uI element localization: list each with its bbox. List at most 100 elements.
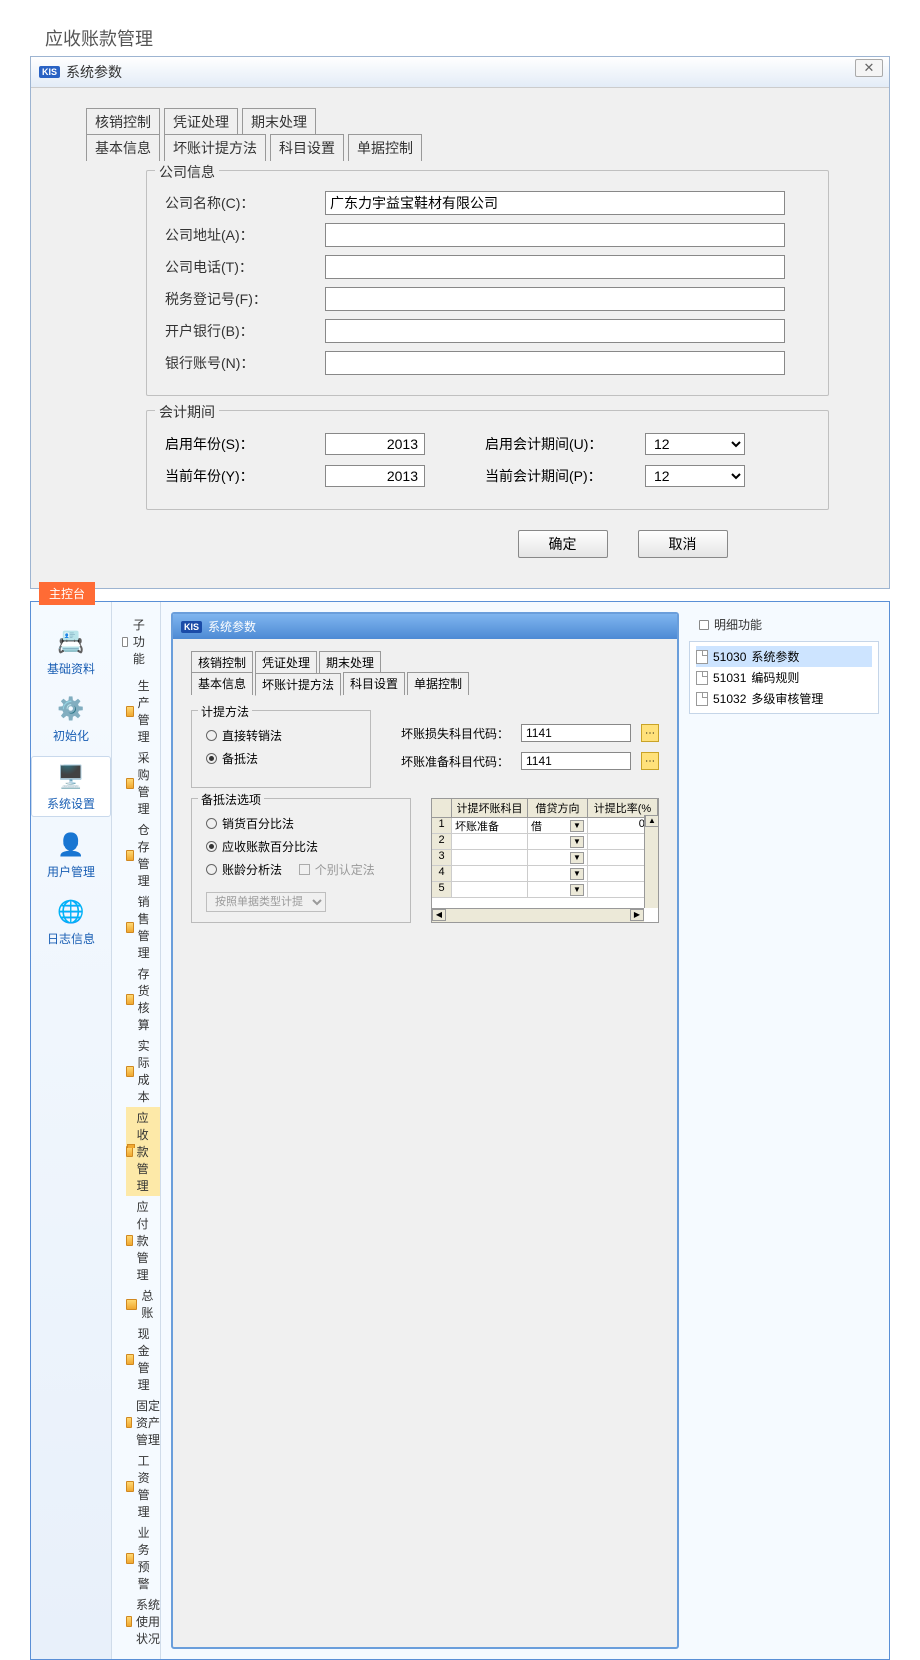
grid-row[interactable]: 2▼ [432, 834, 658, 850]
close-button[interactable]: ✕ [855, 59, 883, 77]
grid-cell-subject[interactable]: 坏账准备 [452, 818, 528, 833]
sidebar-item-init[interactable]: ⚙️初始化 [31, 689, 111, 748]
input-bank[interactable] [325, 319, 785, 343]
tree-item[interactable]: 应付款管理 [126, 1196, 160, 1285]
radio-sales-pct[interactable]: 销货百分比法 [206, 815, 396, 832]
radio-label: 账龄分析法 [222, 861, 282, 878]
method-group: 计提方法 直接转销法 备抵法 [191, 710, 371, 788]
console-tab[interactable]: 主控台 [39, 582, 95, 605]
grid-hscroll[interactable]: ◀▶ [432, 908, 644, 922]
grid-cell-subject[interactable] [452, 850, 528, 865]
tab-subject-setting[interactable]: 科目设置 [270, 134, 344, 161]
grid-cell-num: 1 [432, 818, 452, 833]
grid-row[interactable]: 5▼ [432, 882, 658, 898]
tab-qimo[interactable]: 期末处理 [242, 108, 316, 135]
radio-aging[interactable]: 账龄分析法 个别认定法 [206, 861, 396, 878]
provision-grid[interactable]: 计提坏账科目 借贷方向 计提比率(% 1坏账准备借▼0.52▼3▼4▼5▼ ▲ … [431, 798, 659, 923]
tab2-baddebt[interactable]: 坏账计提方法 [255, 673, 341, 696]
scroll-right-icon[interactable]: ▶ [630, 909, 644, 921]
tab2-doc[interactable]: 单据控制 [407, 672, 469, 695]
detail-item[interactable]: 51032 多级审核管理 [696, 688, 872, 709]
tree-item[interactable]: 生产管理 [126, 675, 160, 747]
tree-item[interactable]: 销售管理 [126, 891, 160, 963]
select-cur-period[interactable]: 12 [645, 465, 745, 487]
sidebar-item-log-info[interactable]: 🌐日志信息 [31, 892, 111, 951]
tree-item[interactable]: 固定资产管理 [126, 1395, 160, 1450]
grid-cell-subject[interactable] [452, 834, 528, 849]
input-prep-code[interactable] [521, 752, 631, 770]
input-start-year[interactable] [325, 433, 425, 455]
radio-allowance[interactable]: 备抵法 [206, 750, 356, 767]
grid-row[interactable]: 4▼ [432, 866, 658, 882]
radio-ar-pct[interactable]: 应收账款百分比法 [206, 838, 396, 855]
tree-item[interactable]: 现金管理 [126, 1323, 160, 1395]
tab2-subject[interactable]: 科目设置 [343, 672, 405, 695]
tree-item-label: 应收款管理 [137, 1109, 160, 1194]
input-loss-code[interactable] [521, 724, 631, 742]
detail-item[interactable]: 51031 编码规则 [696, 667, 872, 688]
collapse-icon[interactable] [699, 620, 709, 630]
input-company-addr[interactable] [325, 223, 785, 247]
tab2-basic[interactable]: 基本信息 [191, 672, 253, 695]
tab-pingzheng[interactable]: 凭证处理 [164, 108, 238, 135]
input-account[interactable] [325, 351, 785, 375]
grid-cell-direction[interactable]: ▼ [528, 850, 588, 865]
grid-row[interactable]: 3▼ [432, 850, 658, 866]
sidebar-item-user-mgmt[interactable]: 👤用户管理 [31, 825, 111, 884]
tree-item[interactable]: 实际成本 [126, 1035, 160, 1107]
grid-cell-subject[interactable] [452, 882, 528, 897]
scroll-up-icon[interactable]: ▲ [645, 815, 659, 827]
chevron-down-icon[interactable]: ▼ [570, 852, 584, 864]
checkbox-individual[interactable] [299, 864, 310, 875]
detail-item[interactable]: 51030 系统参数 [696, 646, 872, 667]
collapse-icon[interactable] [122, 637, 128, 647]
grid-cell-direction[interactable]: ▼ [528, 882, 588, 897]
chevron-down-icon[interactable]: ▼ [570, 884, 584, 896]
main-area: KIS 系统参数 核销控制 凭证处理 期末处理 基本信息 坏账计提方法 科目设置… [160, 602, 889, 1659]
tree-item[interactable]: 应收款管理 [126, 1107, 160, 1196]
grid-row[interactable]: 1坏账准备借▼0.5 [432, 818, 658, 834]
grid-vscroll[interactable]: ▲ [644, 815, 658, 908]
tree-item[interactable]: 业务预警 [126, 1522, 160, 1594]
sidebar-item-basic-data[interactable]: 📇基础资料 [31, 622, 111, 681]
tree-item[interactable]: 系统使用状况 [126, 1594, 160, 1649]
scroll-left-icon[interactable]: ◀ [432, 909, 446, 921]
folder-icon [126, 1146, 133, 1157]
tab2-hexiao[interactable]: 核销控制 [191, 651, 253, 673]
sidebar-item-system-settings[interactable]: 🖥️系统设置 [31, 756, 111, 817]
chevron-down-icon[interactable]: ▼ [570, 820, 584, 832]
grid-cell-num: 2 [432, 834, 452, 849]
input-company-name[interactable] [325, 191, 785, 215]
tree-item[interactable]: 存货核算 [126, 963, 160, 1035]
grid-cell-direction[interactable]: ▼ [528, 866, 588, 881]
tab-hexiao[interactable]: 核销控制 [86, 108, 160, 135]
input-cur-year[interactable] [325, 465, 425, 487]
ok-button[interactable]: 确定 [518, 530, 608, 558]
tab-doc-control[interactable]: 单据控制 [348, 134, 422, 161]
select-start-period[interactable]: 12 [645, 433, 745, 455]
chevron-down-icon[interactable]: ▼ [570, 836, 584, 848]
grid-cell-direction[interactable]: 借▼ [528, 818, 588, 833]
chevron-down-icon[interactable]: ▼ [570, 868, 584, 880]
grid-cell-subject[interactable] [452, 866, 528, 881]
tab-basic-info[interactable]: 基本信息 [86, 134, 160, 161]
tab2-qimo[interactable]: 期末处理 [319, 651, 381, 673]
tree-item[interactable]: 仓存管理 [126, 819, 160, 891]
label-prep-code: 坏账准备科目代码： [401, 753, 511, 770]
tree-item[interactable]: 采购管理 [126, 747, 160, 819]
cancel-button[interactable]: 取消 [638, 530, 728, 558]
tab-baddebt-method[interactable]: 坏账计提方法 [164, 134, 266, 161]
tab2-pingzheng[interactable]: 凭证处理 [255, 651, 317, 673]
tree-item[interactable]: 总账 [126, 1285, 160, 1323]
select-doc-type: 按照单据类型计提 [206, 892, 326, 912]
lookup-loss-button[interactable]: ⋯ [641, 724, 659, 742]
inner-dialog-title: 系统参数 [208, 618, 256, 635]
detail-panel: 明细功能 51030 系统参数51031 编码规则51032 多级审核管理 [679, 612, 879, 1649]
input-tax-no[interactable] [325, 287, 785, 311]
grid-cell-direction[interactable]: ▼ [528, 834, 588, 849]
radio-direct[interactable]: 直接转销法 [206, 727, 356, 744]
lookup-prep-button[interactable]: ⋯ [641, 752, 659, 770]
input-company-tel[interactable] [325, 255, 785, 279]
tree-item[interactable]: 工资管理 [126, 1450, 160, 1522]
label-tax-no: 税务登记号(F)： [165, 289, 325, 309]
